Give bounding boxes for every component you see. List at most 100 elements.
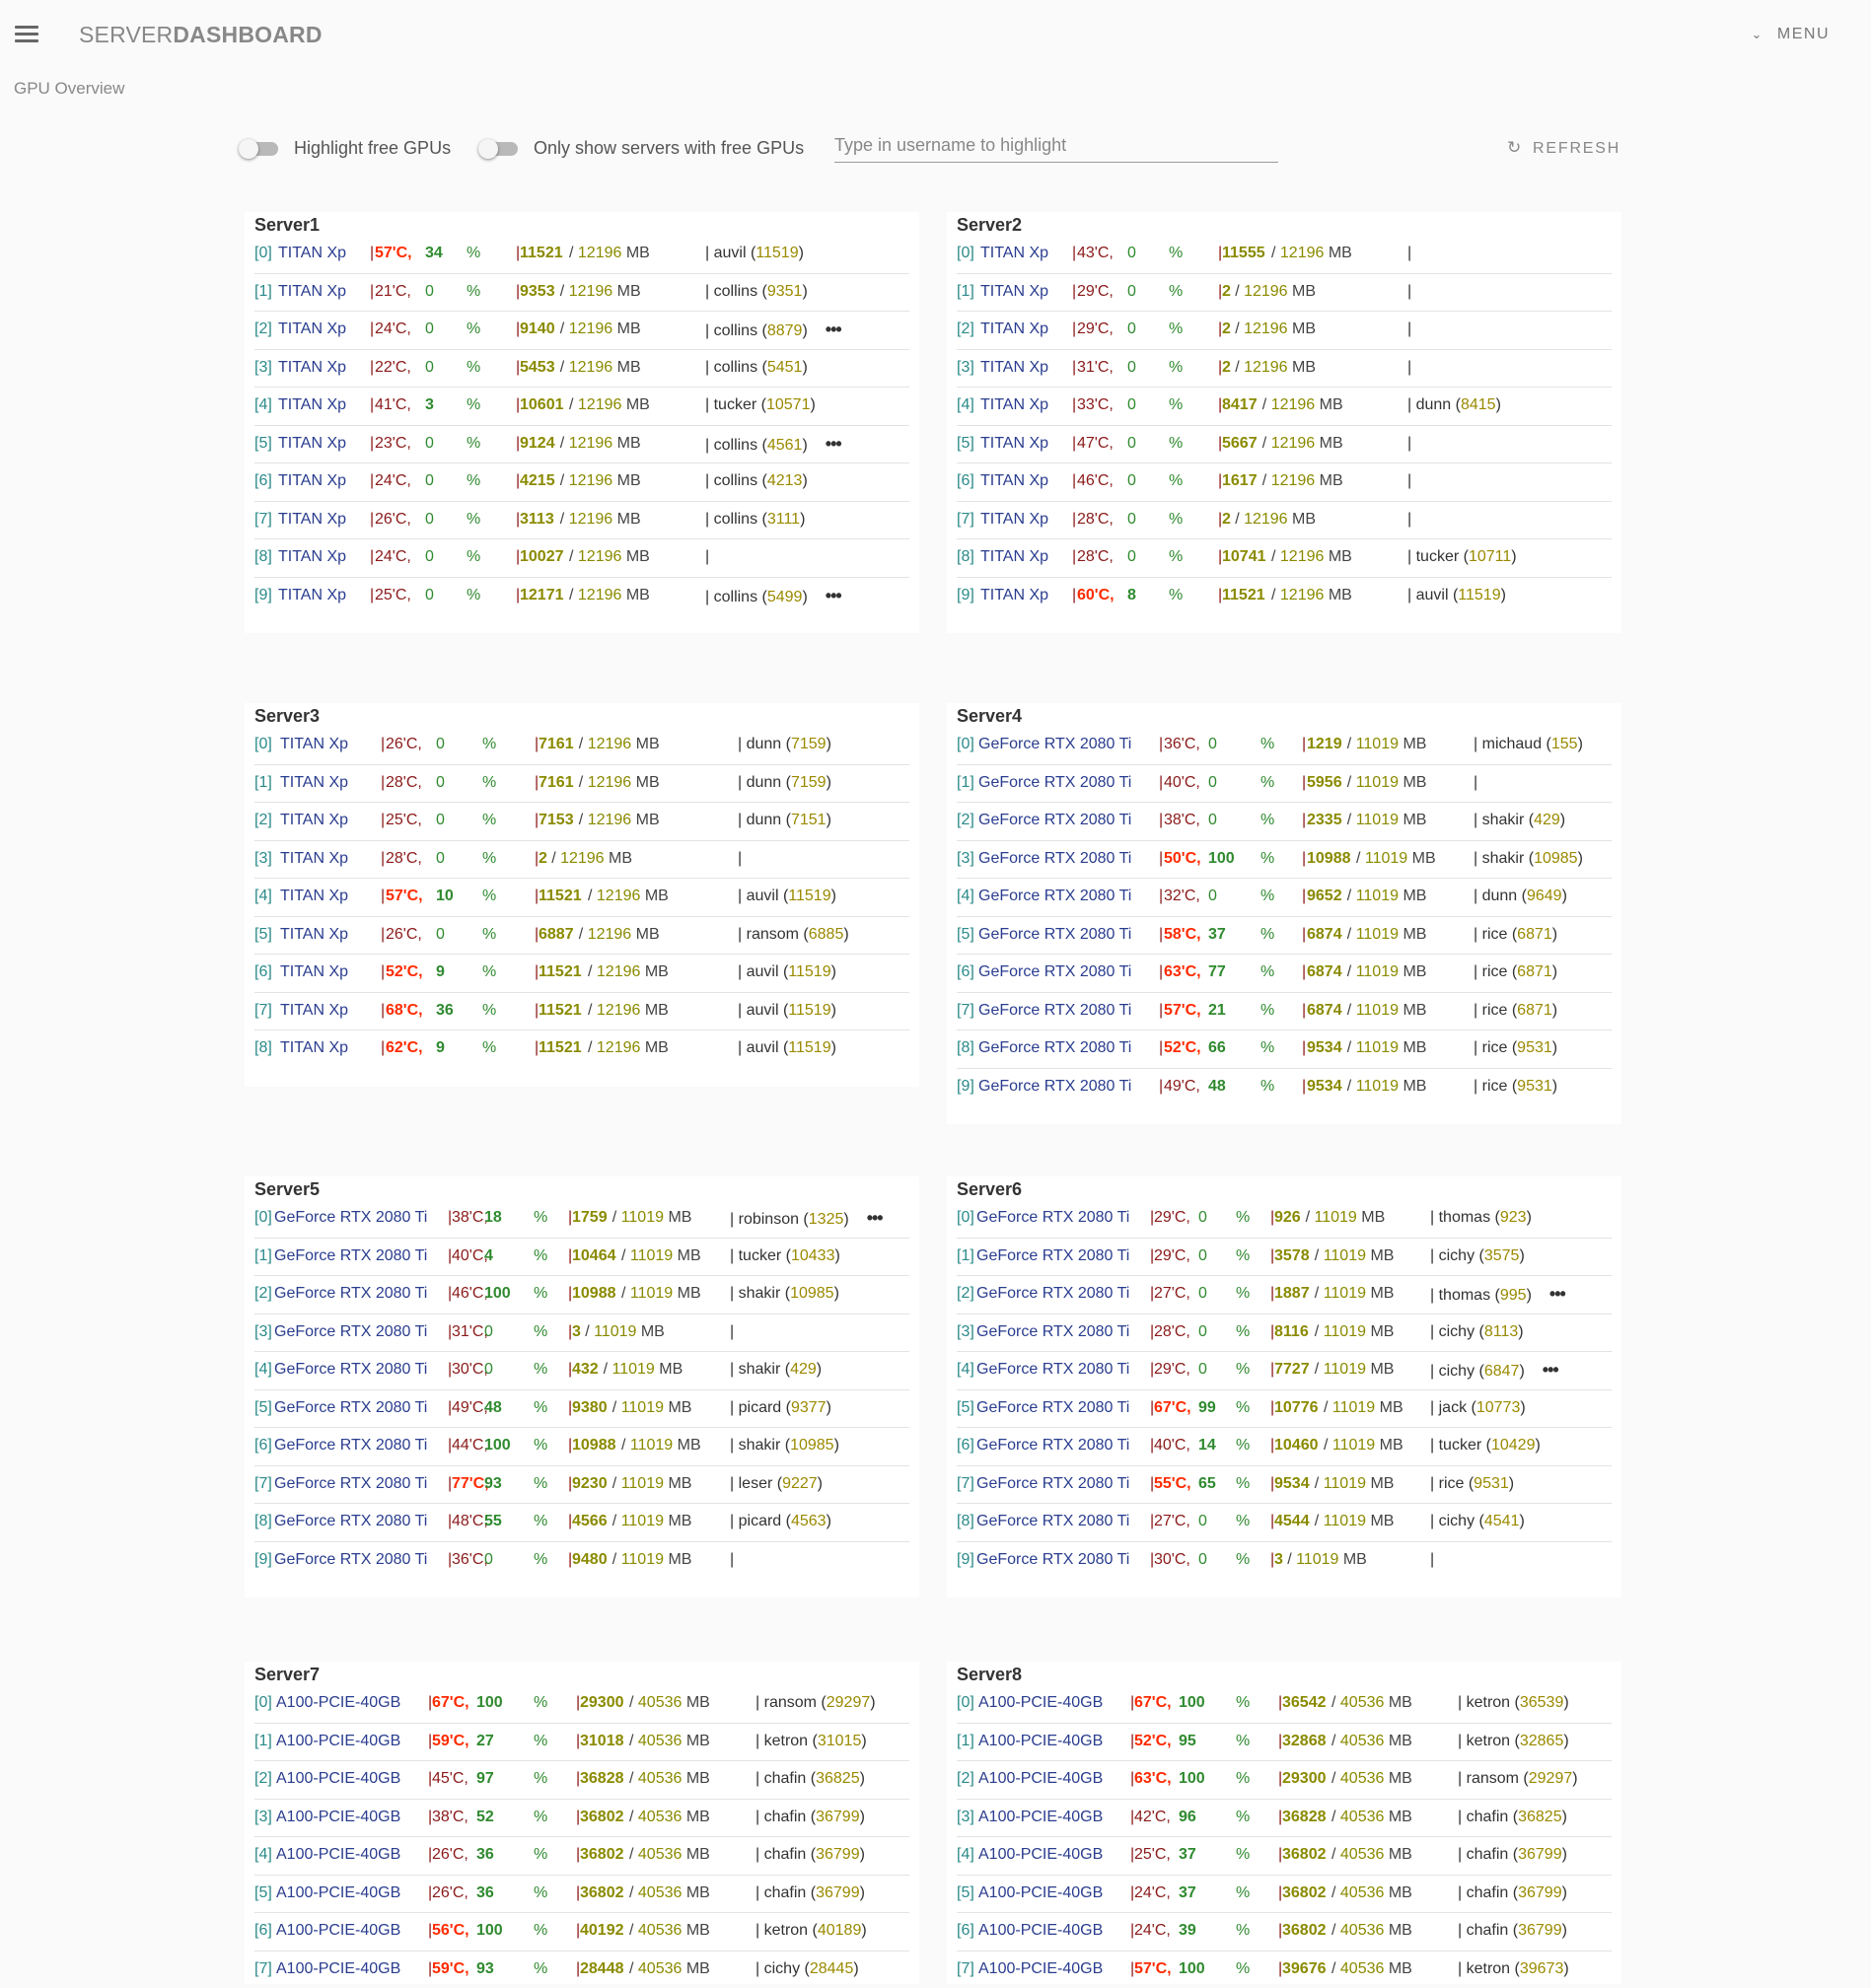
process-user[interactable]: rice [1482, 1002, 1508, 1019]
process-user[interactable]: ketron [1467, 1694, 1510, 1711]
process-pid: 36539 [1520, 1694, 1564, 1711]
more-horiz-icon[interactable]: ••• [1549, 1284, 1565, 1304]
more-horiz-icon[interactable]: ••• [1543, 1360, 1558, 1380]
memory-used: 10464 [572, 1246, 616, 1266]
process-pid: 10985 [790, 1437, 834, 1454]
toggle-switch[interactable] [239, 139, 280, 159]
process-user[interactable]: cichy [1439, 1247, 1475, 1264]
process-user[interactable]: dunn [747, 774, 782, 791]
process-user[interactable]: picard [739, 1399, 782, 1416]
process-user[interactable]: ketron [764, 1733, 808, 1749]
process-user[interactable]: jack [1439, 1399, 1467, 1416]
memory-used: 9534 [1307, 1077, 1342, 1097]
more-horiz-icon[interactable]: ••• [826, 320, 841, 339]
more-horiz-icon[interactable]: ••• [826, 586, 841, 605]
process-user[interactable]: cichy [1439, 1513, 1475, 1529]
process-user[interactable]: chafin [764, 1884, 807, 1901]
process-user[interactable]: ketron [1467, 1960, 1510, 1977]
process-user[interactable]: dunn [1416, 396, 1452, 413]
process-user[interactable]: auvil [747, 963, 779, 980]
process-user[interactable]: chafin [1467, 1884, 1509, 1901]
process-user[interactable]: rice [1482, 1039, 1508, 1056]
gpu-row: [8]GeForce RTX 2080 Ti|27'C,0%|4544/ 110… [957, 1503, 1612, 1542]
memory-total: 40536 [638, 1809, 683, 1825]
process-user[interactable]: thomas [1439, 1209, 1490, 1226]
process-user[interactable]: ransom [747, 926, 799, 943]
process-user[interactable]: robinson [739, 1211, 799, 1228]
process-user[interactable]: ransom [1467, 1770, 1519, 1787]
process-user[interactable]: auvil [714, 245, 747, 261]
process-user[interactable]: collins [714, 437, 757, 454]
process-user[interactable]: auvil [1416, 587, 1449, 604]
gpu-users: | chafin (36799) [1458, 1845, 1567, 1865]
process-user[interactable]: auvil [747, 888, 779, 904]
username-search-input[interactable] [834, 128, 1278, 163]
process-user[interactable]: leser [739, 1475, 773, 1492]
paren: ( [1459, 548, 1469, 565]
menu-button[interactable]: ⌄MENU [1751, 26, 1830, 43]
gpu-name: GeForce RTX 2080 Ti [274, 1208, 427, 1228]
process-user[interactable]: shakir [739, 1285, 781, 1302]
memory-slash: / [1271, 548, 1280, 565]
memory-total-group: / 12196 MB [1235, 282, 1316, 302]
process-user[interactable]: cichy [1439, 1363, 1475, 1380]
gpu-users: | collins (5499)••• [705, 586, 841, 607]
process-user[interactable]: shakir [1482, 850, 1525, 867]
process-user[interactable]: tucker [1416, 548, 1460, 565]
process-user[interactable]: dunn [1482, 888, 1518, 904]
toggle-switch[interactable] [478, 139, 520, 159]
process-user[interactable]: tucker [739, 1247, 782, 1264]
process-user[interactable]: shakir [739, 1437, 781, 1454]
gpu-row: [1]TITAN Xp|28'C,0%|7161/ 12196 MB| dunn… [254, 764, 909, 804]
process-user[interactable]: chafin [764, 1809, 807, 1825]
process-user[interactable]: ketron [764, 1922, 808, 1939]
more-horiz-icon[interactable]: ••• [826, 434, 841, 454]
process-user[interactable]: chafin [764, 1770, 807, 1787]
memory-slash: / [560, 472, 569, 489]
memory-total: 12196 [1280, 587, 1325, 604]
process-user[interactable]: dunn [747, 736, 782, 752]
process-user[interactable]: tucker [1439, 1437, 1482, 1454]
process-user[interactable]: ransom [764, 1694, 817, 1711]
process-user[interactable]: ketron [1467, 1733, 1510, 1749]
process-user[interactable]: collins [714, 283, 757, 300]
process-user[interactable]: chafin [1467, 1809, 1509, 1825]
paren: ( [800, 1960, 810, 1977]
process-user[interactable]: rice [1482, 1078, 1508, 1095]
process-user[interactable]: rice [1482, 963, 1508, 980]
server-name: Server5 [254, 1179, 320, 1200]
process-user[interactable]: chafin [764, 1846, 807, 1863]
process-user[interactable]: dunn [747, 812, 782, 828]
more-horiz-icon[interactable]: ••• [867, 1208, 883, 1228]
process-user[interactable]: collins [714, 511, 757, 528]
process-user[interactable]: auvil [747, 1002, 779, 1019]
process-user[interactable]: chafin [1467, 1922, 1509, 1939]
process-user[interactable]: picard [739, 1513, 782, 1529]
process-user[interactable]: rice [1482, 926, 1508, 943]
process-user[interactable]: cichy [1439, 1323, 1475, 1340]
process-pid: 10571 [766, 396, 811, 413]
process-user[interactable]: auvil [747, 1039, 779, 1056]
memory-slash: / [1235, 359, 1244, 376]
process-user[interactable]: shakir [739, 1361, 781, 1378]
process-user[interactable]: cichy [764, 1960, 800, 1977]
memory-total-group: / 11019 MB [1347, 1001, 1427, 1021]
highlight-free-toggle[interactable]: Highlight free GPUs [239, 138, 451, 159]
gpu-name: A100-PCIE-40GB [276, 1732, 400, 1751]
process-user[interactable]: rice [1439, 1475, 1465, 1492]
hamburger-icon[interactable] [15, 26, 38, 43]
gpu-index: [9] [957, 586, 974, 605]
process-user[interactable]: chafin [1467, 1846, 1509, 1863]
only-free-toggle[interactable]: Only show servers with free GPUs [478, 138, 804, 159]
process-user[interactable]: thomas [1439, 1287, 1490, 1304]
process-user[interactable]: shakir [1482, 812, 1525, 828]
process-pid: 7151 [791, 812, 827, 828]
process-user[interactable]: michaud [1482, 736, 1542, 752]
refresh-button[interactable]: ↻REFRESH [1507, 138, 1620, 158]
process-user[interactable]: collins [714, 472, 757, 489]
process-user[interactable]: collins [714, 589, 757, 605]
gpu-row: [1]A100-PCIE-40GB|59'C,27%|31018/ 40536 … [254, 1723, 909, 1762]
process-user[interactable]: collins [714, 359, 757, 376]
process-user[interactable]: tucker [714, 396, 757, 413]
process-user[interactable]: collins [714, 322, 757, 339]
